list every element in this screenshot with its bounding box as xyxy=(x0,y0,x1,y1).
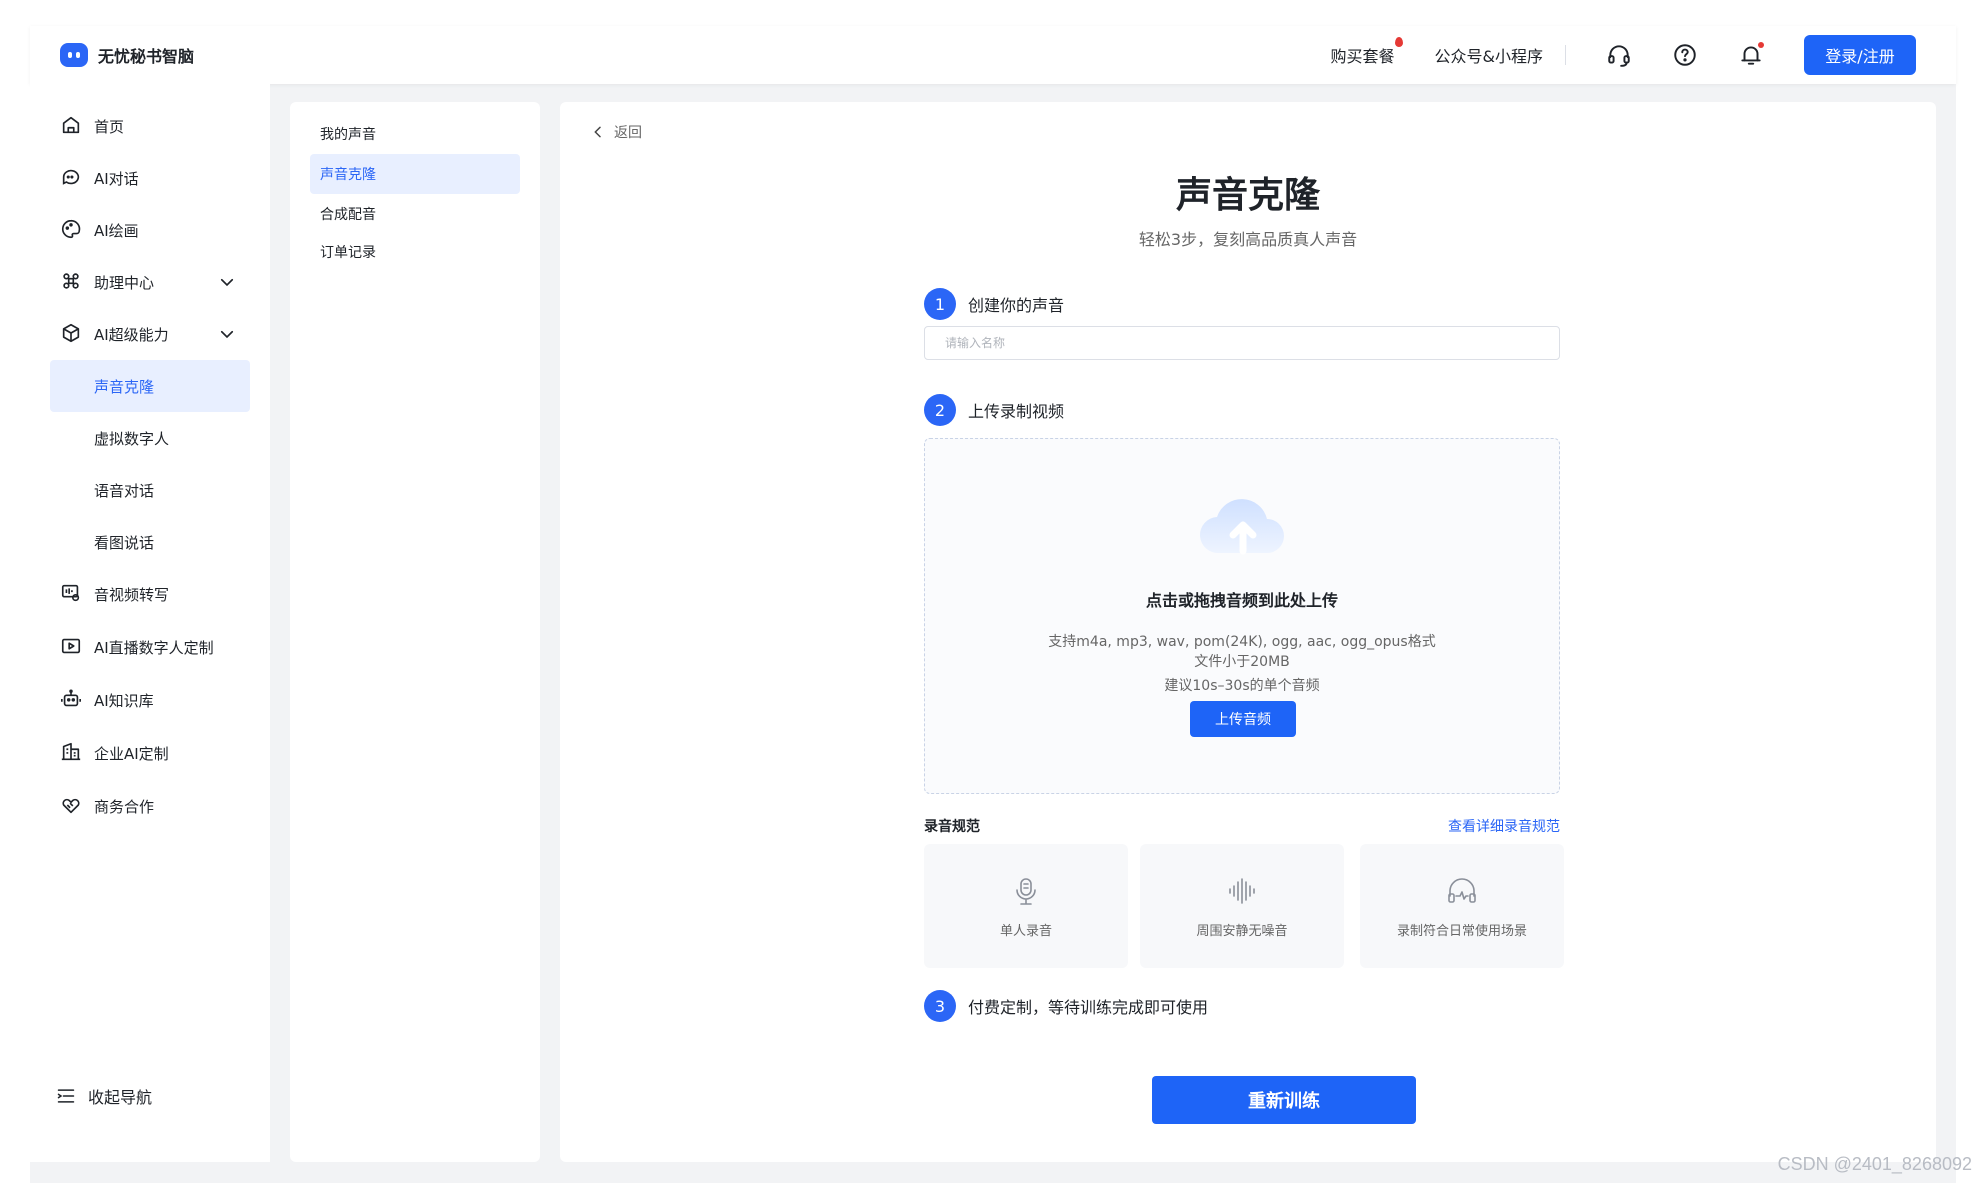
upload-duration-hint: 建议10s–30s的单个音频 xyxy=(1164,678,1320,694)
spec-card-quiet: 周围安静无噪音 xyxy=(1140,844,1344,968)
step-number: 1 xyxy=(924,288,956,320)
robot-icon xyxy=(60,688,84,712)
step-number: 2 xyxy=(924,394,956,426)
sidebar-item-label: AI直播数字人定制 xyxy=(94,638,214,657)
cloud-upload-icon xyxy=(1199,499,1284,555)
buy-plan-link[interactable]: 购买套餐 xyxy=(1330,37,1403,67)
upload-title: 点击或拖拽音频到此处上传 xyxy=(1145,591,1338,610)
step-3: 3 付费定制，等待训练完成即可使用 xyxy=(924,990,1208,1022)
transcribe-icon xyxy=(60,582,84,606)
collapse-nav-button[interactable]: 收起导航 xyxy=(56,1084,152,1108)
brand-name: 无忧秘书智脑 xyxy=(98,47,195,66)
brand-logo[interactable]: 无忧秘书智脑 xyxy=(60,43,194,67)
sidebar-item-label: AI超级能力 xyxy=(94,325,169,344)
headset-icon[interactable] xyxy=(1606,42,1632,68)
sidebar: 首页 AI对话 AI绘画 助理中心 AI超级能力 声音克隆 虚拟数字人 语音对话… xyxy=(30,84,270,1162)
upload-formats: 支持m4a, mp3, wav, pom(24K), ogg, aac, ogg… xyxy=(1048,634,1436,650)
back-label: 返回 xyxy=(614,125,642,141)
chat-icon xyxy=(60,166,84,190)
command-icon xyxy=(60,270,84,294)
wechat-miniprogram-link[interactable]: 公众号&小程序 xyxy=(1435,43,1543,67)
sidebar-subitem-voice-chat[interactable]: 语音对话 xyxy=(50,464,250,516)
csdn-watermark: CSDN @2401_8268092 xyxy=(1777,1154,1972,1174)
spec-card-daily-scene: 录制符合日常使用场景 xyxy=(1360,844,1564,968)
sidebar-item-knowledge-base[interactable]: AI知识库 xyxy=(50,674,250,726)
header-divider xyxy=(1565,45,1566,65)
collapse-menu-icon xyxy=(57,1089,75,1103)
sidebar-item-ai-super[interactable]: AI超级能力 xyxy=(50,308,250,360)
subnav-orders[interactable]: 订单记录 xyxy=(310,232,520,272)
sidebar-item-assistant-center[interactable]: 助理中心 xyxy=(50,256,250,308)
spec-card-single-speaker: 单人录音 xyxy=(924,844,1128,968)
upload-audio-button[interactable]: 上传音频 xyxy=(1190,701,1296,737)
app-frame: 无忧秘书智脑 购买套餐 公众号&小程序 登录/注册 首页 AI对话 AI绘画 助… xyxy=(30,26,1956,1183)
home-icon xyxy=(60,114,84,138)
step-2: 2 上传录制视频 xyxy=(924,394,1064,426)
palette-icon xyxy=(60,218,84,242)
retrain-button[interactable]: 重新训练 xyxy=(1152,1076,1416,1124)
buy-plan-label: 购买套餐 xyxy=(1330,47,1395,66)
collapse-nav-label: 收起导航 xyxy=(88,1088,153,1107)
sidebar-item-ai-drawing[interactable]: AI绘画 xyxy=(50,204,250,256)
sidebar-item-label: AI知识库 xyxy=(94,691,154,710)
back-link[interactable]: 返回 xyxy=(590,122,642,142)
sidebar-item-label: AI绘画 xyxy=(94,221,139,240)
voice-subnav-panel: 我的声音 声音克隆 合成配音 订单记录 xyxy=(290,102,540,1162)
chevron-left-icon xyxy=(594,126,601,138)
hot-badge-icon xyxy=(1394,37,1403,47)
top-header: 无忧秘书智脑 购买套餐 公众号&小程序 登录/注册 xyxy=(30,26,1956,84)
page-title: 声音克隆 xyxy=(1175,175,1320,216)
sidebar-item-label: 企业AI定制 xyxy=(94,744,169,763)
recording-spec-link[interactable]: 查看详细录音规范 xyxy=(1430,816,1560,836)
spec-card-label: 周围安静无噪音 xyxy=(1196,924,1288,939)
subnav-voice-clone[interactable]: 声音克隆 xyxy=(310,154,520,194)
upload-size-limit: 文件小于20MB xyxy=(1194,654,1290,670)
page-subtitle: 轻松3步，复刻高品质真人声音 xyxy=(1138,230,1358,249)
handshake-icon xyxy=(60,794,84,818)
step-1: 1 创建你的声音 xyxy=(924,288,1064,320)
microphone-icon xyxy=(924,874,1128,912)
headphones-icon xyxy=(1360,874,1564,912)
step-label: 上传录制视频 xyxy=(968,402,1065,421)
step-label: 付费定制，等待训练完成即可使用 xyxy=(968,998,1209,1017)
voice-name-input[interactable] xyxy=(924,326,1560,360)
sidebar-item-transcribe[interactable]: 音视频转写 xyxy=(50,568,250,620)
sidebar-subitem-virtual-human[interactable]: 虚拟数字人 xyxy=(50,412,250,464)
audio-upload-dropzone[interactable]: 点击或拖拽音频到此处上传 支持m4a, mp3, wav, pom(24K), … xyxy=(924,438,1560,794)
building-icon xyxy=(60,741,84,765)
login-register-button[interactable]: 登录/注册 xyxy=(1804,35,1916,75)
cube-icon xyxy=(60,322,84,346)
main-content: 返回 声音克隆 轻松3步，复刻高品质真人声音 1 创建你的声音 2 上传录制视频 xyxy=(560,102,1936,1162)
step-label: 创建你的声音 xyxy=(968,296,1065,315)
step-number: 3 xyxy=(924,990,956,1022)
sidebar-item-label: 音视频转写 xyxy=(94,585,170,604)
sidebar-subitem-voice-clone[interactable]: 声音克隆 xyxy=(50,360,250,412)
sound-wave-icon xyxy=(1140,874,1344,912)
sidebar-item-label: 首页 xyxy=(94,117,125,136)
robot-logo-icon xyxy=(60,43,88,67)
subnav-synth-dub[interactable]: 合成配音 xyxy=(310,194,520,234)
sidebar-subitem-picture-talk[interactable]: 看图说话 xyxy=(50,516,250,568)
spec-card-label: 单人录音 xyxy=(999,924,1052,939)
sidebar-item-home[interactable]: 首页 xyxy=(50,100,250,152)
sidebar-item-label: 商务合作 xyxy=(94,797,155,816)
chevron-down-icon[interactable] xyxy=(218,325,236,343)
notification-dot xyxy=(1758,42,1764,48)
bell-icon[interactable] xyxy=(1738,42,1764,68)
sidebar-item-live-avatar[interactable]: AI直播数字人定制 xyxy=(50,621,250,673)
recording-spec-label: 录音规范 xyxy=(924,819,980,835)
sidebar-item-enterprise-ai[interactable]: 企业AI定制 xyxy=(50,727,250,779)
sidebar-item-label: 助理中心 xyxy=(94,273,155,292)
sidebar-item-ai-chat[interactable]: AI对话 xyxy=(50,152,250,204)
spec-card-label: 录制符合日常使用场景 xyxy=(1396,924,1527,939)
help-icon[interactable] xyxy=(1672,42,1698,68)
chevron-down-icon[interactable] xyxy=(218,273,236,291)
sidebar-item-label: AI对话 xyxy=(94,169,139,188)
sidebar-item-business[interactable]: 商务合作 xyxy=(50,780,250,832)
subnav-my-voice[interactable]: 我的声音 xyxy=(310,114,520,154)
live-video-icon xyxy=(60,635,84,659)
